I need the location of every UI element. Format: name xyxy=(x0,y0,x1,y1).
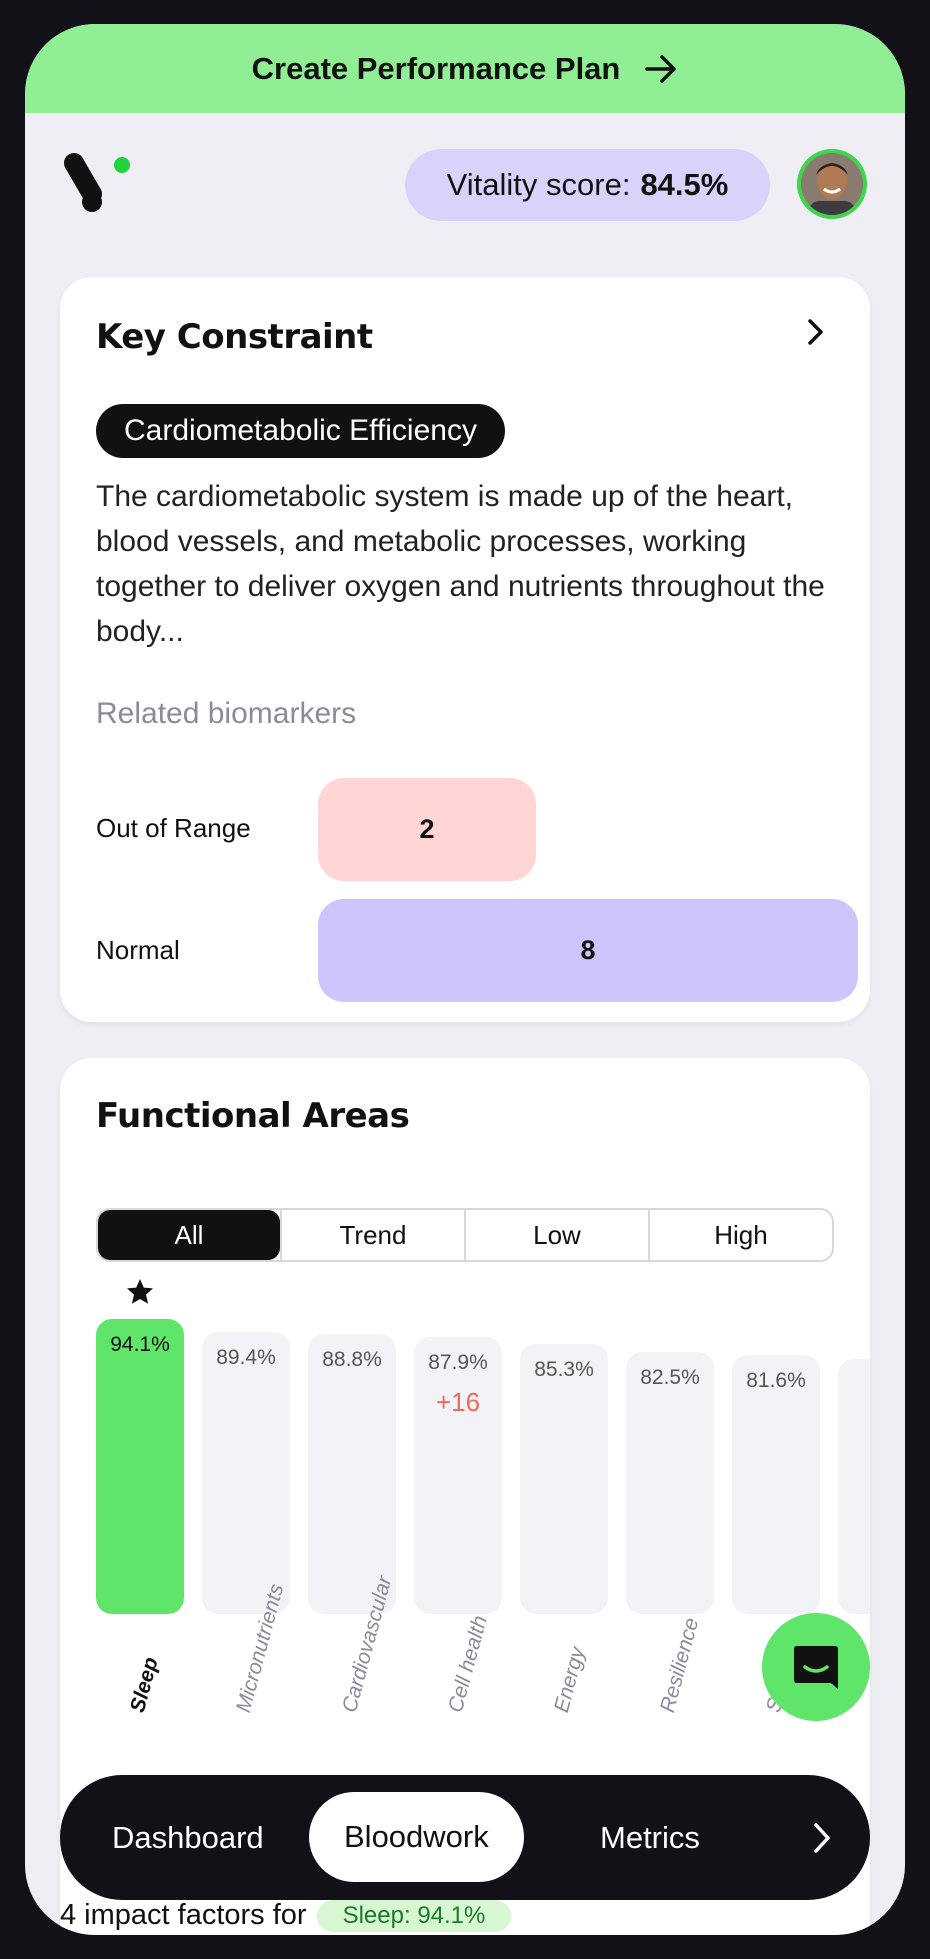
functional-area-bar[interactable]: 94.1% xyxy=(96,1319,184,1614)
nav-dashboard[interactable]: Dashboard xyxy=(112,1775,264,1900)
impact-factors-text: 4 impact factors for xyxy=(60,1899,307,1931)
vitality-score-pill[interactable]: Vitality score: 84.5% xyxy=(405,149,770,221)
filter-all[interactable]: All xyxy=(98,1210,280,1260)
related-biomarkers-label: Related biomarkers xyxy=(96,697,357,730)
functional-area-bar[interactable]: 85.3% xyxy=(520,1344,608,1614)
key-constraint-card[interactable]: Key Constraint Cardiometabolic Efficienc… xyxy=(60,277,870,1022)
functional-area-bar[interactable]: 88.8% xyxy=(308,1334,396,1614)
out-of-range-count: 2 xyxy=(419,814,435,844)
normal-label: Normal xyxy=(96,935,180,965)
nav-metrics[interactable]: Metrics xyxy=(600,1775,700,1900)
functional-area-value: 89.4% xyxy=(216,1346,276,1369)
create-plan-banner[interactable]: Create Performance Plan xyxy=(25,24,905,113)
create-plan-label: Create Performance Plan xyxy=(251,50,621,86)
normal-count: 8 xyxy=(580,935,596,965)
functional-area-value: 87.9% xyxy=(428,1351,488,1374)
arrow-right-icon xyxy=(645,54,677,83)
nav-bloodwork[interactable]: Bloodwork xyxy=(309,1792,524,1882)
impact-factors-heading: 4 impact factors for Sleep: 94.1% xyxy=(60,1899,512,1932)
functional-area-value: 88.8% xyxy=(322,1348,382,1371)
functional-area-value: 85.3% xyxy=(534,1358,594,1381)
phone-screen: Create Performance Plan Vitality score: … xyxy=(25,24,905,1935)
functional-area-value: 94.1% xyxy=(110,1333,170,1356)
chat-icon xyxy=(794,1646,838,1689)
functional-area-value: 80 xyxy=(838,1373,870,1397)
functional-area-label: Energy xyxy=(550,1644,590,1715)
out-of-range-bar[interactable]: 2 xyxy=(318,778,536,881)
functional-area-value: 81.6% xyxy=(746,1369,806,1392)
filter-segmented-control: All Trend Low High xyxy=(96,1208,834,1262)
constraint-tag: Cardiometabolic Efficiency xyxy=(96,404,505,458)
normal-bar[interactable]: 8 xyxy=(318,899,858,1002)
avatar[interactable] xyxy=(797,149,867,219)
functional-area-label: Resilience xyxy=(656,1615,704,1715)
chevron-right-icon[interactable] xyxy=(800,317,830,347)
functional-area-bar[interactable]: 87.9% +16 xyxy=(414,1337,502,1614)
impact-factors-tag: Sleep: 94.1% xyxy=(316,1899,512,1932)
app-logo-icon[interactable] xyxy=(60,149,135,224)
user-avatar-icon xyxy=(801,153,863,215)
functional-area-bar[interactable]: 89.4% xyxy=(202,1332,290,1614)
constraint-description: The cardiometabolic system is made up of… xyxy=(96,480,825,648)
filter-high[interactable]: High xyxy=(648,1210,832,1260)
functional-area-value: 82.5% xyxy=(640,1366,700,1389)
functional-area-bar[interactable]: 82.5% xyxy=(626,1352,714,1614)
out-of-range-label: Out of Range xyxy=(96,813,251,843)
vitality-score-label: Vitality score: xyxy=(446,167,631,202)
vitality-score-value: 84.5% xyxy=(640,167,729,202)
functional-area-label: Cell health xyxy=(444,1613,492,1715)
filter-low[interactable]: Low xyxy=(464,1210,648,1260)
bottom-nav: Dashboard Bloodwork Metrics xyxy=(60,1775,870,1900)
functional-area-bar[interactable]: 81.6% xyxy=(732,1355,820,1614)
chevron-right-icon[interactable] xyxy=(808,1821,836,1855)
functional-area-label: Sleep xyxy=(126,1654,163,1715)
functional-areas-title: Functional Areas xyxy=(96,1096,410,1136)
functional-area-delta: +16 xyxy=(435,1387,481,1417)
star-icon xyxy=(127,1279,153,1304)
functional-area-bar[interactable]: 80 xyxy=(838,1359,870,1614)
chat-button[interactable] xyxy=(762,1613,870,1721)
key-constraint-title: Key Constraint xyxy=(96,317,373,357)
filter-trend[interactable]: Trend xyxy=(280,1210,464,1260)
